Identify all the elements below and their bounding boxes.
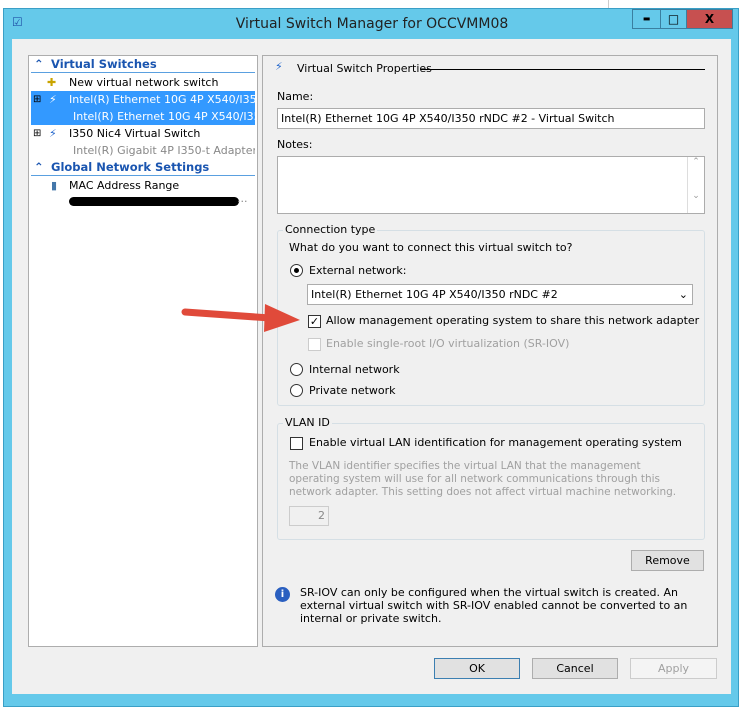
mac-address-range[interactable]: ▮ MAC Address Range <box>31 177 255 194</box>
switch-icon: ⚡ <box>49 127 57 140</box>
vlan-label: VLAN ID <box>283 416 332 429</box>
external-network-label[interactable]: External network: <box>309 264 407 277</box>
switch-item-i350[interactable]: ⊞ ⚡ I350 Nic4 Virtual Switch <box>31 125 255 142</box>
info-icon: i <box>275 587 290 602</box>
expand-icon: ⊞ <box>33 94 42 105</box>
cancel-button[interactable]: Cancel <box>532 658 618 679</box>
adapter-select[interactable]: Intel(R) Ethernet 10G 4P X540/I350 rNDC … <box>307 284 693 305</box>
name-input[interactable]: Intel(R) Ethernet 10G 4P X540/I350 rNDC … <box>277 108 705 129</box>
allow-mgmt-checkbox[interactable]: ✓ <box>308 315 321 328</box>
switch-adapter-i350[interactable]: Intel(R) Gigabit 4P I350-t Adapter ... <box>31 142 255 159</box>
virtual-switches-header[interactable]: ⌃ Virtual Switches <box>31 56 255 73</box>
external-network-radio[interactable] <box>290 264 303 277</box>
dialog-window: ☑ Virtual Switch Manager for OCCVMM08 ▬ … <box>3 8 739 707</box>
notes-textarea[interactable] <box>277 156 705 214</box>
private-network-label[interactable]: Private network <box>309 384 396 397</box>
allow-mgmt-label[interactable]: Allow management operating system to sha… <box>326 314 699 327</box>
annotation-arrow <box>181 304 300 332</box>
redacted-mac-range <box>69 197 239 206</box>
internal-network-label[interactable]: Internal network <box>309 363 400 376</box>
connection-type-label: Connection type <box>283 223 378 236</box>
vlan-enable-checkbox[interactable] <box>290 437 303 450</box>
chevron-down-icon: ⌄ <box>678 288 688 301</box>
arrow-shaft <box>181 308 274 322</box>
collapse-icon: ⌃ <box>34 57 44 71</box>
minimize-button[interactable]: ▬ <box>632 9 661 29</box>
vlan-id-input[interactable]: 2 <box>289 506 329 526</box>
name-label: Name: <box>277 90 314 103</box>
notes-scrollbar[interactable]: ⌃ ⌄ <box>687 157 704 213</box>
switch-item-intel[interactable]: ⊞ ⚡ Intel(R) Ethernet 10G 4P X540/I35... <box>31 91 255 108</box>
connection-question: What do you want to connect this virtual… <box>289 241 573 254</box>
vlan-enable-label[interactable]: Enable virtual LAN identification for ma… <box>309 436 682 449</box>
global-network-settings-header[interactable]: ⌃ Global Network Settings <box>31 159 255 176</box>
new-virtual-switch[interactable]: ✚ New virtual network switch <box>31 74 255 91</box>
close-button[interactable]: X <box>686 9 733 29</box>
mac-icon: ▮ <box>51 179 58 192</box>
switch-tree[interactable]: ⌃ Virtual Switches ✚ New virtual network s… <box>28 55 258 647</box>
sriov-label[interactable]: Enable single-root I/O virtualization (S… <box>326 337 569 350</box>
restore-button[interactable]: □ <box>660 9 687 29</box>
collapse-icon: ⌃ <box>34 160 44 174</box>
section-title: Virtual Switch Properties <box>297 62 432 75</box>
sriov-info-text: SR-IOV can only be configured when the v… <box>300 586 688 625</box>
sriov-checkbox[interactable] <box>308 338 321 351</box>
section-divider <box>421 69 705 70</box>
client-area: ⌃ Virtual Switches ✚ New virtual network s… <box>12 39 731 694</box>
switch-icon: ⚡ <box>49 93 57 106</box>
mac-range-ellipsis: ... <box>237 192 248 205</box>
remove-button[interactable]: Remove <box>631 550 704 571</box>
expand-icon: ⊞ <box>33 128 42 139</box>
switch-properties-icon: ⚡ <box>275 60 283 73</box>
window-title: Virtual Switch Manager for OCCVMM08 <box>235 16 509 32</box>
arrow-head <box>264 304 300 332</box>
apply-button[interactable]: Apply <box>630 658 717 679</box>
properties-pane: ⚡ Virtual Switch Properties Name: Intel(… <box>262 55 718 647</box>
vlan-description: The VLAN identifier specifies the virtua… <box>289 460 677 498</box>
new-switch-icon: ✚ <box>47 76 57 89</box>
internal-network-radio[interactable] <box>290 363 303 376</box>
notes-label: Notes: <box>277 138 313 151</box>
private-network-radio[interactable] <box>290 384 303 397</box>
ok-button[interactable]: OK <box>434 658 520 679</box>
switch-adapter-intel[interactable]: Intel(R) Ethernet 10G 4P X540/I35... <box>31 108 255 125</box>
